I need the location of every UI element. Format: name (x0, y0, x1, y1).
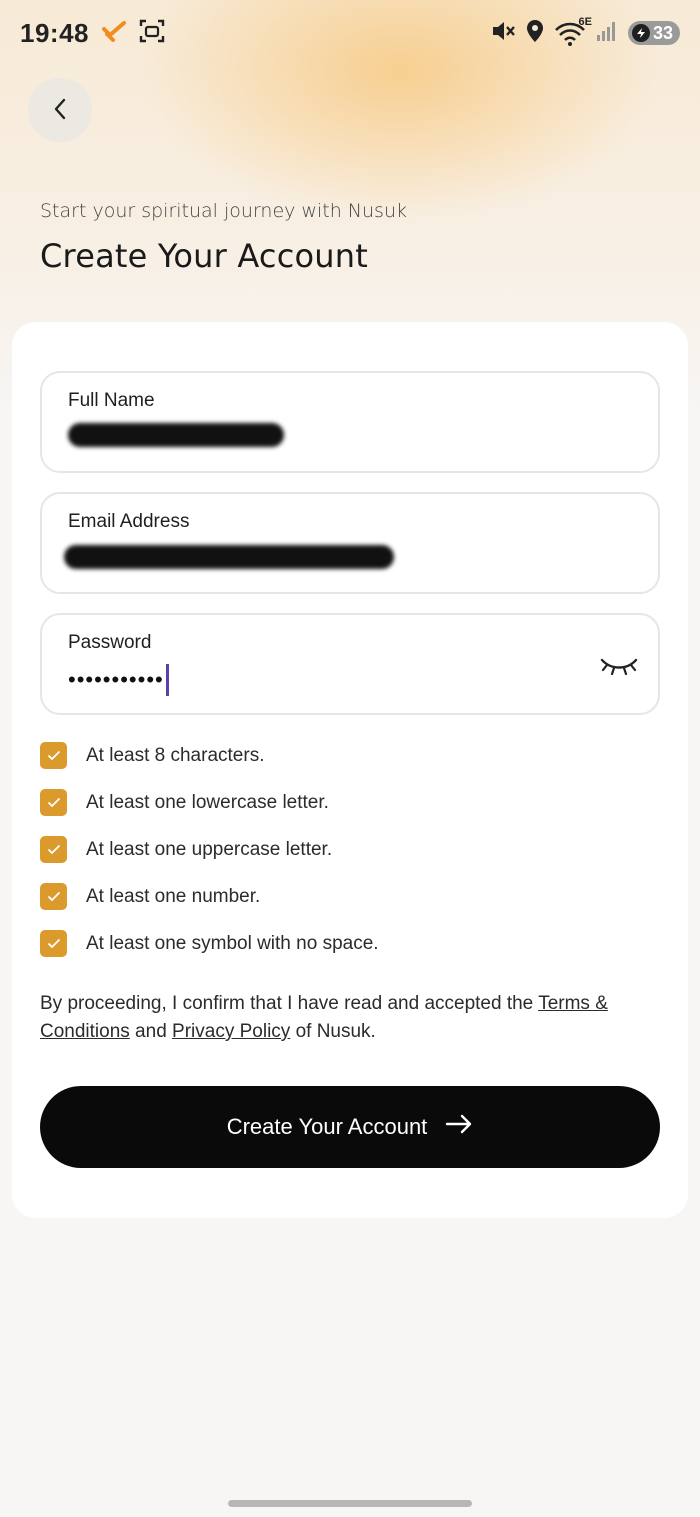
password-field[interactable]: Password ••••••••••• (40, 613, 660, 715)
password-label: Password (68, 632, 152, 653)
checkbox-checked-icon (40, 930, 67, 957)
password-rule: At least 8 characters. (40, 732, 379, 779)
checkbox-checked-icon (40, 836, 67, 863)
page-subtitle: Start your spiritual journey with Nusuk (40, 200, 407, 222)
password-masked-value: ••••••••••• (68, 667, 164, 692)
status-bar: 19:48 6E 33 (0, 0, 700, 66)
battery-indicator: 33 (627, 21, 680, 45)
checkbox-checked-icon (40, 742, 67, 769)
password-requirements-list: At least 8 characters. At least one lowe… (40, 732, 379, 967)
create-account-button[interactable]: Create Your Account (40, 1086, 660, 1168)
full-name-label: Full Name (68, 390, 155, 411)
password-rule: At least one uppercase letter. (40, 826, 379, 873)
consent-middle: and (129, 1021, 173, 1042)
consent-prefix: By proceeding, I confirm that I have rea… (40, 993, 539, 1014)
email-label: Email Address (68, 511, 190, 532)
redacted-email (64, 545, 394, 569)
screenshot-icon (139, 18, 165, 49)
consent-suffix: of Nusuk. (290, 1021, 376, 1042)
status-left-icons (101, 18, 165, 49)
checkbox-checked-icon (40, 883, 67, 910)
password-rule-text: At least 8 characters. (86, 744, 265, 766)
back-button[interactable] (28, 78, 92, 142)
location-icon (526, 19, 544, 48)
app-notification-icon (101, 20, 127, 47)
eye-closed-icon[interactable] (598, 651, 640, 681)
status-time: 19:48 (20, 17, 89, 48)
wifi-icon: 6E (554, 16, 592, 46)
full-name-field[interactable]: Full Name (40, 371, 660, 473)
redacted-full-name (68, 423, 284, 447)
password-rule-text: At least one symbol with no space. (86, 932, 379, 954)
network-type-label: 6E (578, 16, 592, 28)
privacy-policy-link[interactable]: Privacy Policy (172, 1021, 290, 1042)
status-right-icons: 6E 33 (490, 16, 680, 48)
password-rule: At least one lowercase letter. (40, 779, 379, 826)
password-input[interactable]: ••••••••••• (68, 663, 169, 697)
password-rule-text: At least one uppercase letter. (86, 838, 333, 860)
password-rule-text: At least one lowercase letter. (86, 791, 329, 813)
email-field[interactable]: Email Address (40, 492, 660, 594)
checkbox-checked-icon (40, 789, 67, 816)
arrow-right-icon (445, 1114, 473, 1140)
consent-text: By proceeding, I confirm that I have rea… (40, 990, 650, 1046)
chevron-left-icon (52, 98, 68, 123)
password-rule-text: At least one number. (86, 885, 261, 907)
text-caret (165, 664, 169, 696)
signal-icon (596, 20, 618, 47)
charging-icon (631, 24, 650, 42)
signup-form-card: Full Name Email Address Password •••••••… (12, 322, 688, 1218)
battery-level: 33 (652, 22, 673, 43)
create-account-label: Create Your Account (226, 1114, 428, 1139)
mute-icon (490, 19, 516, 48)
page-title: Create Your Account (40, 237, 368, 275)
password-rule: At least one number. (40, 873, 379, 920)
password-rule: At least one symbol with no space. (40, 920, 379, 967)
home-indicator[interactable] (228, 1500, 472, 1507)
